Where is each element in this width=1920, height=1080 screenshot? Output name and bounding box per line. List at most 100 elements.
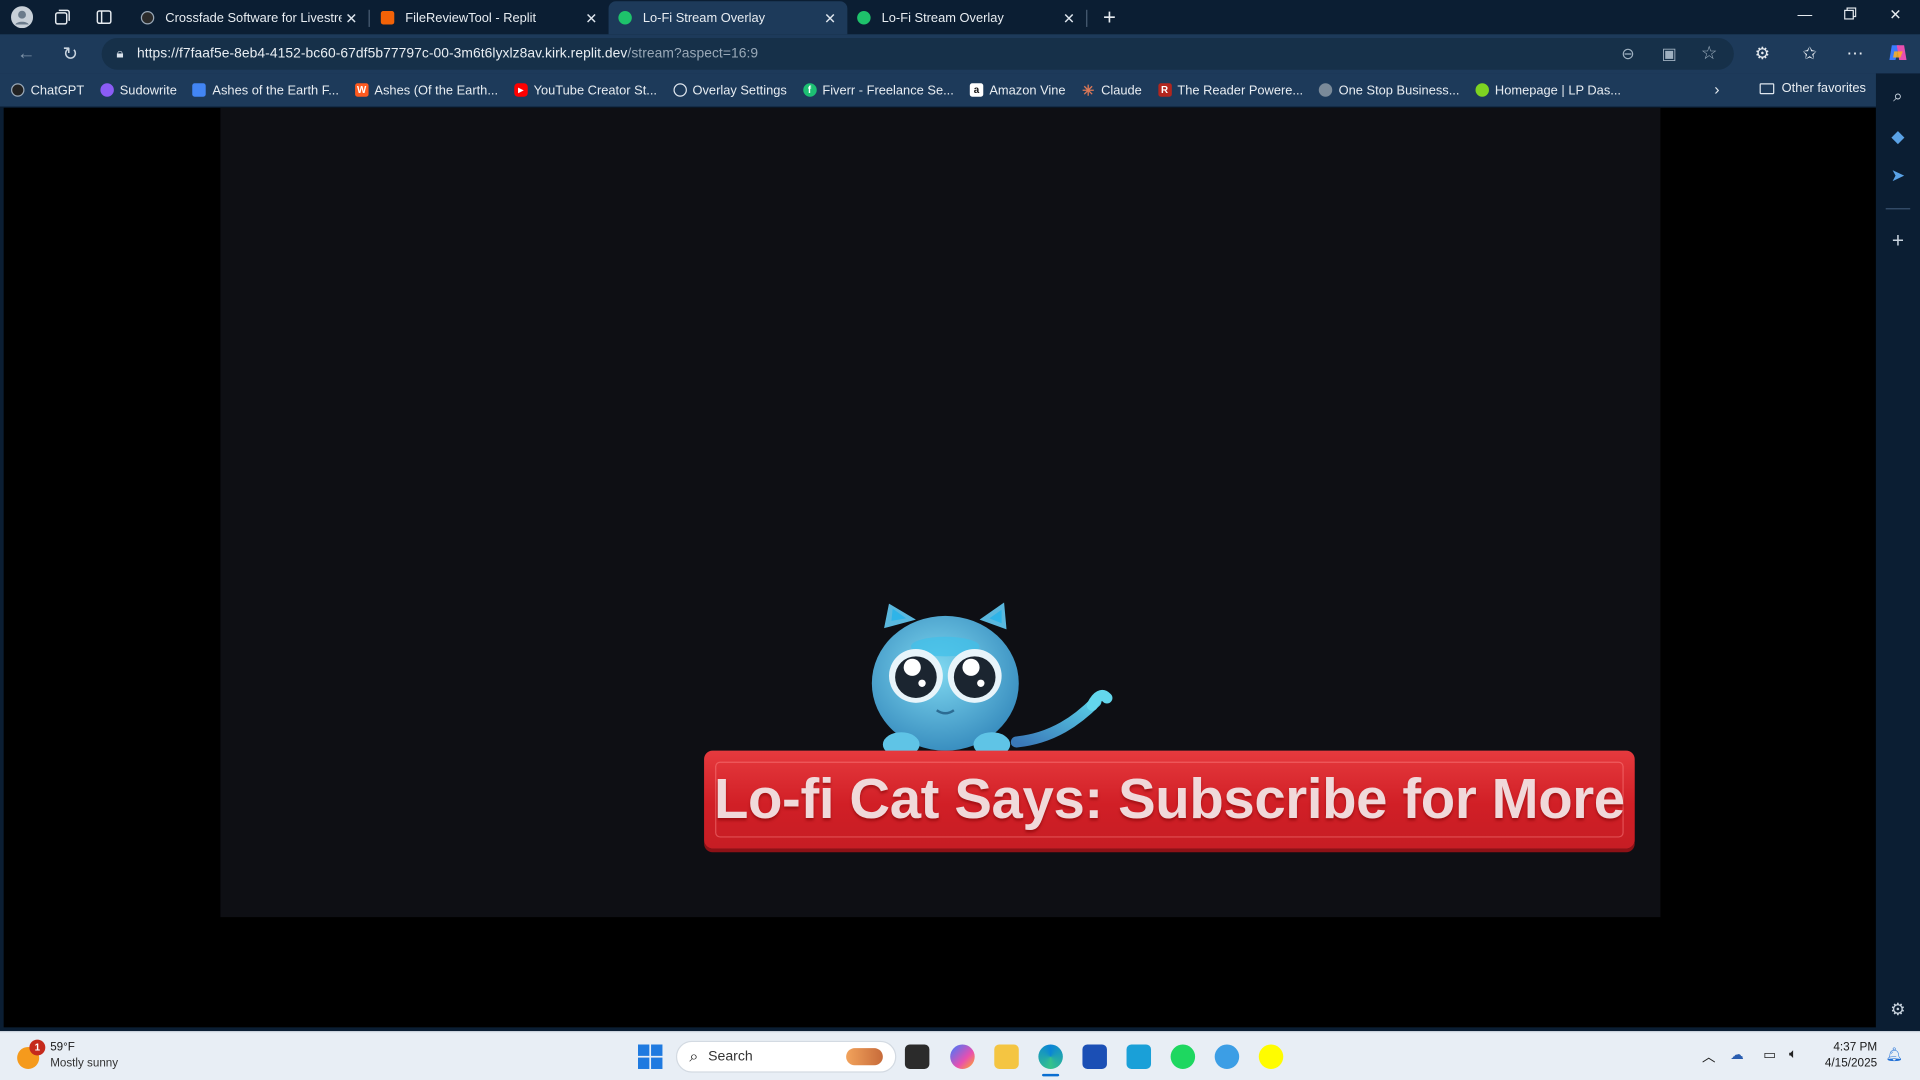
close-tab-icon[interactable]: ✕ (342, 9, 362, 26)
bookmark-reader-powered[interactable]: R The Reader Powere... (1157, 82, 1304, 98)
bookmark-label: Claude (1101, 82, 1142, 98)
clock-time: 4:37 PM (1833, 1040, 1878, 1055)
google-docs-icon (192, 83, 207, 97)
system-clock[interactable]: 4:37 PM 4/15/2025 (1821, 1040, 1877, 1072)
immersive-reader-icon[interactable]: ▣ (1662, 44, 1677, 64)
bookmark-ashes-of-the-earth[interactable]: Ashes of the Earth F... (192, 82, 339, 98)
search-highlight-icon (846, 1048, 883, 1066)
tab-lofi-overlay[interactable]: Lo-Fi Stream Overlay ✕ (847, 1, 1088, 34)
bookmark-overlay-settings[interactable]: Overlay Settings (672, 83, 787, 97)
bookmark-sudowrite[interactable]: Sudowrite (100, 83, 177, 97)
tab-title: Lo-Fi Stream Overlay (881, 10, 1004, 26)
taskbar-search[interactable]: ⌕ Search (675, 1040, 897, 1073)
search-icon[interactable]: ⌕ (1888, 86, 1908, 107)
close-window-icon[interactable]: ✕ (1883, 6, 1907, 23)
bookmark-ashes-of-the-earth-2[interactable]: W Ashes (Of the Earth... (354, 82, 499, 98)
extensions-icon[interactable]: ⚙ (1755, 43, 1770, 64)
tab-lofi-overlay-active[interactable]: Lo-Fi Stream Overlay ✕ (608, 1, 848, 35)
tab-title: Lo-Fi Stream Overlay (642, 10, 766, 26)
windows-start-icon[interactable] (637, 1044, 663, 1069)
sidebar-divider (1885, 208, 1911, 210)
favorite-star-icon[interactable]: ☆ (1701, 42, 1717, 64)
copilot-icon[interactable] (1887, 42, 1909, 68)
replit-favicon-icon (380, 11, 395, 25)
back-icon[interactable]: ← (17, 43, 35, 64)
refresh-icon[interactable]: ↻ (62, 43, 77, 65)
youtube-icon: ▸ (513, 83, 528, 97)
close-tab-icon[interactable]: ✕ (820, 9, 840, 26)
overlay-favicon-icon (618, 11, 632, 25)
bookmark-homepage-lp[interactable]: Homepage | LP Das... (1475, 82, 1621, 98)
bookmark-youtube-creator[interactable]: ▸ YouTube Creator St... (513, 82, 657, 98)
telegram-icon[interactable]: ➤ (1888, 165, 1908, 186)
address-bar[interactable]: 🔒︎ https://f7faaf5e-8eb4-4152-bc60-67df5… (101, 37, 1734, 70)
more-options-icon[interactable]: ⋯ (1847, 43, 1864, 64)
skype-icon[interactable] (1126, 1044, 1152, 1069)
sudowrite-icon (100, 83, 114, 97)
chatgpt-icon (11, 83, 25, 97)
close-tab-icon[interactable]: ✕ (582, 9, 602, 26)
bookmark-label: Homepage | LP Das... (1494, 82, 1621, 98)
favorites-icon[interactable]: ✩ (1802, 43, 1816, 64)
restore-icon[interactable] (1838, 6, 1862, 23)
active-app-indicator (1042, 1073, 1060, 1077)
edge-browser-icon[interactable] (1038, 1044, 1063, 1069)
url-text[interactable]: https://f7faaf5e-8eb4-4152-bc60-67df5b77… (137, 47, 758, 62)
bookmark-label: Ashes (Of the Earth... (374, 82, 499, 98)
bookmark-label: YouTube Creator St... (533, 82, 657, 98)
globe-icon (672, 83, 687, 97)
profile-avatar-icon[interactable] (10, 5, 34, 29)
onedrive-icon[interactable]: ☁ (1730, 1047, 1743, 1063)
other-favorites-label: Other favorites (1781, 80, 1866, 96)
tab-filereviewtool[interactable]: FileReviewTool - Replit ✕ (371, 1, 609, 34)
bookmark-label: Amazon Vine (989, 82, 1066, 98)
bookmark-label: The Reader Powere... (1177, 82, 1304, 98)
task-view-icon[interactable] (904, 1044, 930, 1069)
other-favorites-folder[interactable]: Other favorites (1759, 80, 1866, 96)
new-tab-icon[interactable]: + (1097, 4, 1121, 29)
tab-actions-icon[interactable] (92, 5, 116, 29)
network-icon[interactable]: ▭ (1763, 1047, 1776, 1063)
add-sidebar-app-icon[interactable]: + (1888, 229, 1908, 253)
close-tab-icon[interactable]: ✕ (1059, 9, 1079, 26)
bookmark-one-stop-business[interactable]: One Stop Business... (1319, 83, 1459, 97)
chevron-right-icon[interactable]: › (1714, 80, 1719, 98)
app-globe-icon[interactable] (1214, 1044, 1240, 1069)
bookmark-amazon-vine[interactable]: a Amazon Vine (969, 82, 1066, 98)
shopping-tag-icon[interactable]: ◆ (1888, 126, 1908, 147)
show-hidden-icons-icon[interactable]: ︿ (1702, 1047, 1715, 1067)
bookmark-claude[interactable]: ✳ Claude (1081, 81, 1142, 98)
navigation-toolbar: ← ↻ 🔒︎ https://f7faaf5e-8eb4-4152-bc60-6… (0, 34, 1920, 74)
banner-text: Lo-fi Cat Says: Subscribe for More (713, 766, 1625, 831)
file-explorer-icon[interactable] (994, 1044, 1019, 1069)
copilot-app-icon[interactable] (950, 1044, 975, 1069)
edge-sidebar: ⌕ ◆ ➤ + ⚙ (1875, 73, 1920, 1032)
bookmark-fiverr[interactable]: f Fiverr - Freelance Se... (802, 82, 954, 98)
weather-widget[interactable]: 1 59°F Mostly sunny (17, 1039, 152, 1074)
tab-separator (368, 9, 370, 27)
microsoft-store-icon[interactable] (1082, 1044, 1107, 1069)
business-icon (1319, 83, 1333, 97)
tab-crossfade[interactable]: Crossfade Software for Livestreaming ✕ (131, 1, 370, 34)
url-path: /stream?aspect=16:9 (627, 46, 759, 62)
snapchat-icon[interactable] (1258, 1044, 1284, 1069)
bookmark-label: Fiverr - Freelance Se... (822, 82, 954, 98)
notifications-bell-icon[interactable]: 🔔︎ (1886, 1047, 1903, 1063)
minimize-icon[interactable]: — (1793, 6, 1817, 23)
sidebar-settings-icon[interactable]: ⚙ (1888, 999, 1908, 1020)
tab-strip: Crossfade Software for Livestreaming ✕ F… (0, 0, 1920, 35)
subscribe-banner: Lo-fi Cat Says: Subscribe for More (704, 750, 1635, 849)
lock-icon[interactable]: 🔒︎ (116, 46, 123, 62)
crossfade-favicon-icon (140, 11, 155, 25)
bookmark-chatgpt[interactable]: ChatGPT (11, 83, 84, 97)
zoom-out-icon[interactable]: ⊖ (1621, 44, 1634, 64)
bookmark-label: Ashes of the Earth F... (212, 82, 339, 98)
volume-icon[interactable]: 🔈︎ (1789, 1047, 1797, 1063)
tab-separator (1086, 9, 1088, 27)
search-label: Search (708, 1049, 753, 1065)
windows-taskbar: 1 59°F Mostly sunny ⌕ Search ︿ ☁ ▭ 🔈︎ 4:… (0, 1031, 1920, 1080)
wattpad-icon: W (354, 83, 369, 97)
lofi-cat-mascot (871, 602, 1113, 757)
spotify-icon[interactable] (1170, 1044, 1196, 1069)
workspaces-icon[interactable] (50, 5, 74, 29)
